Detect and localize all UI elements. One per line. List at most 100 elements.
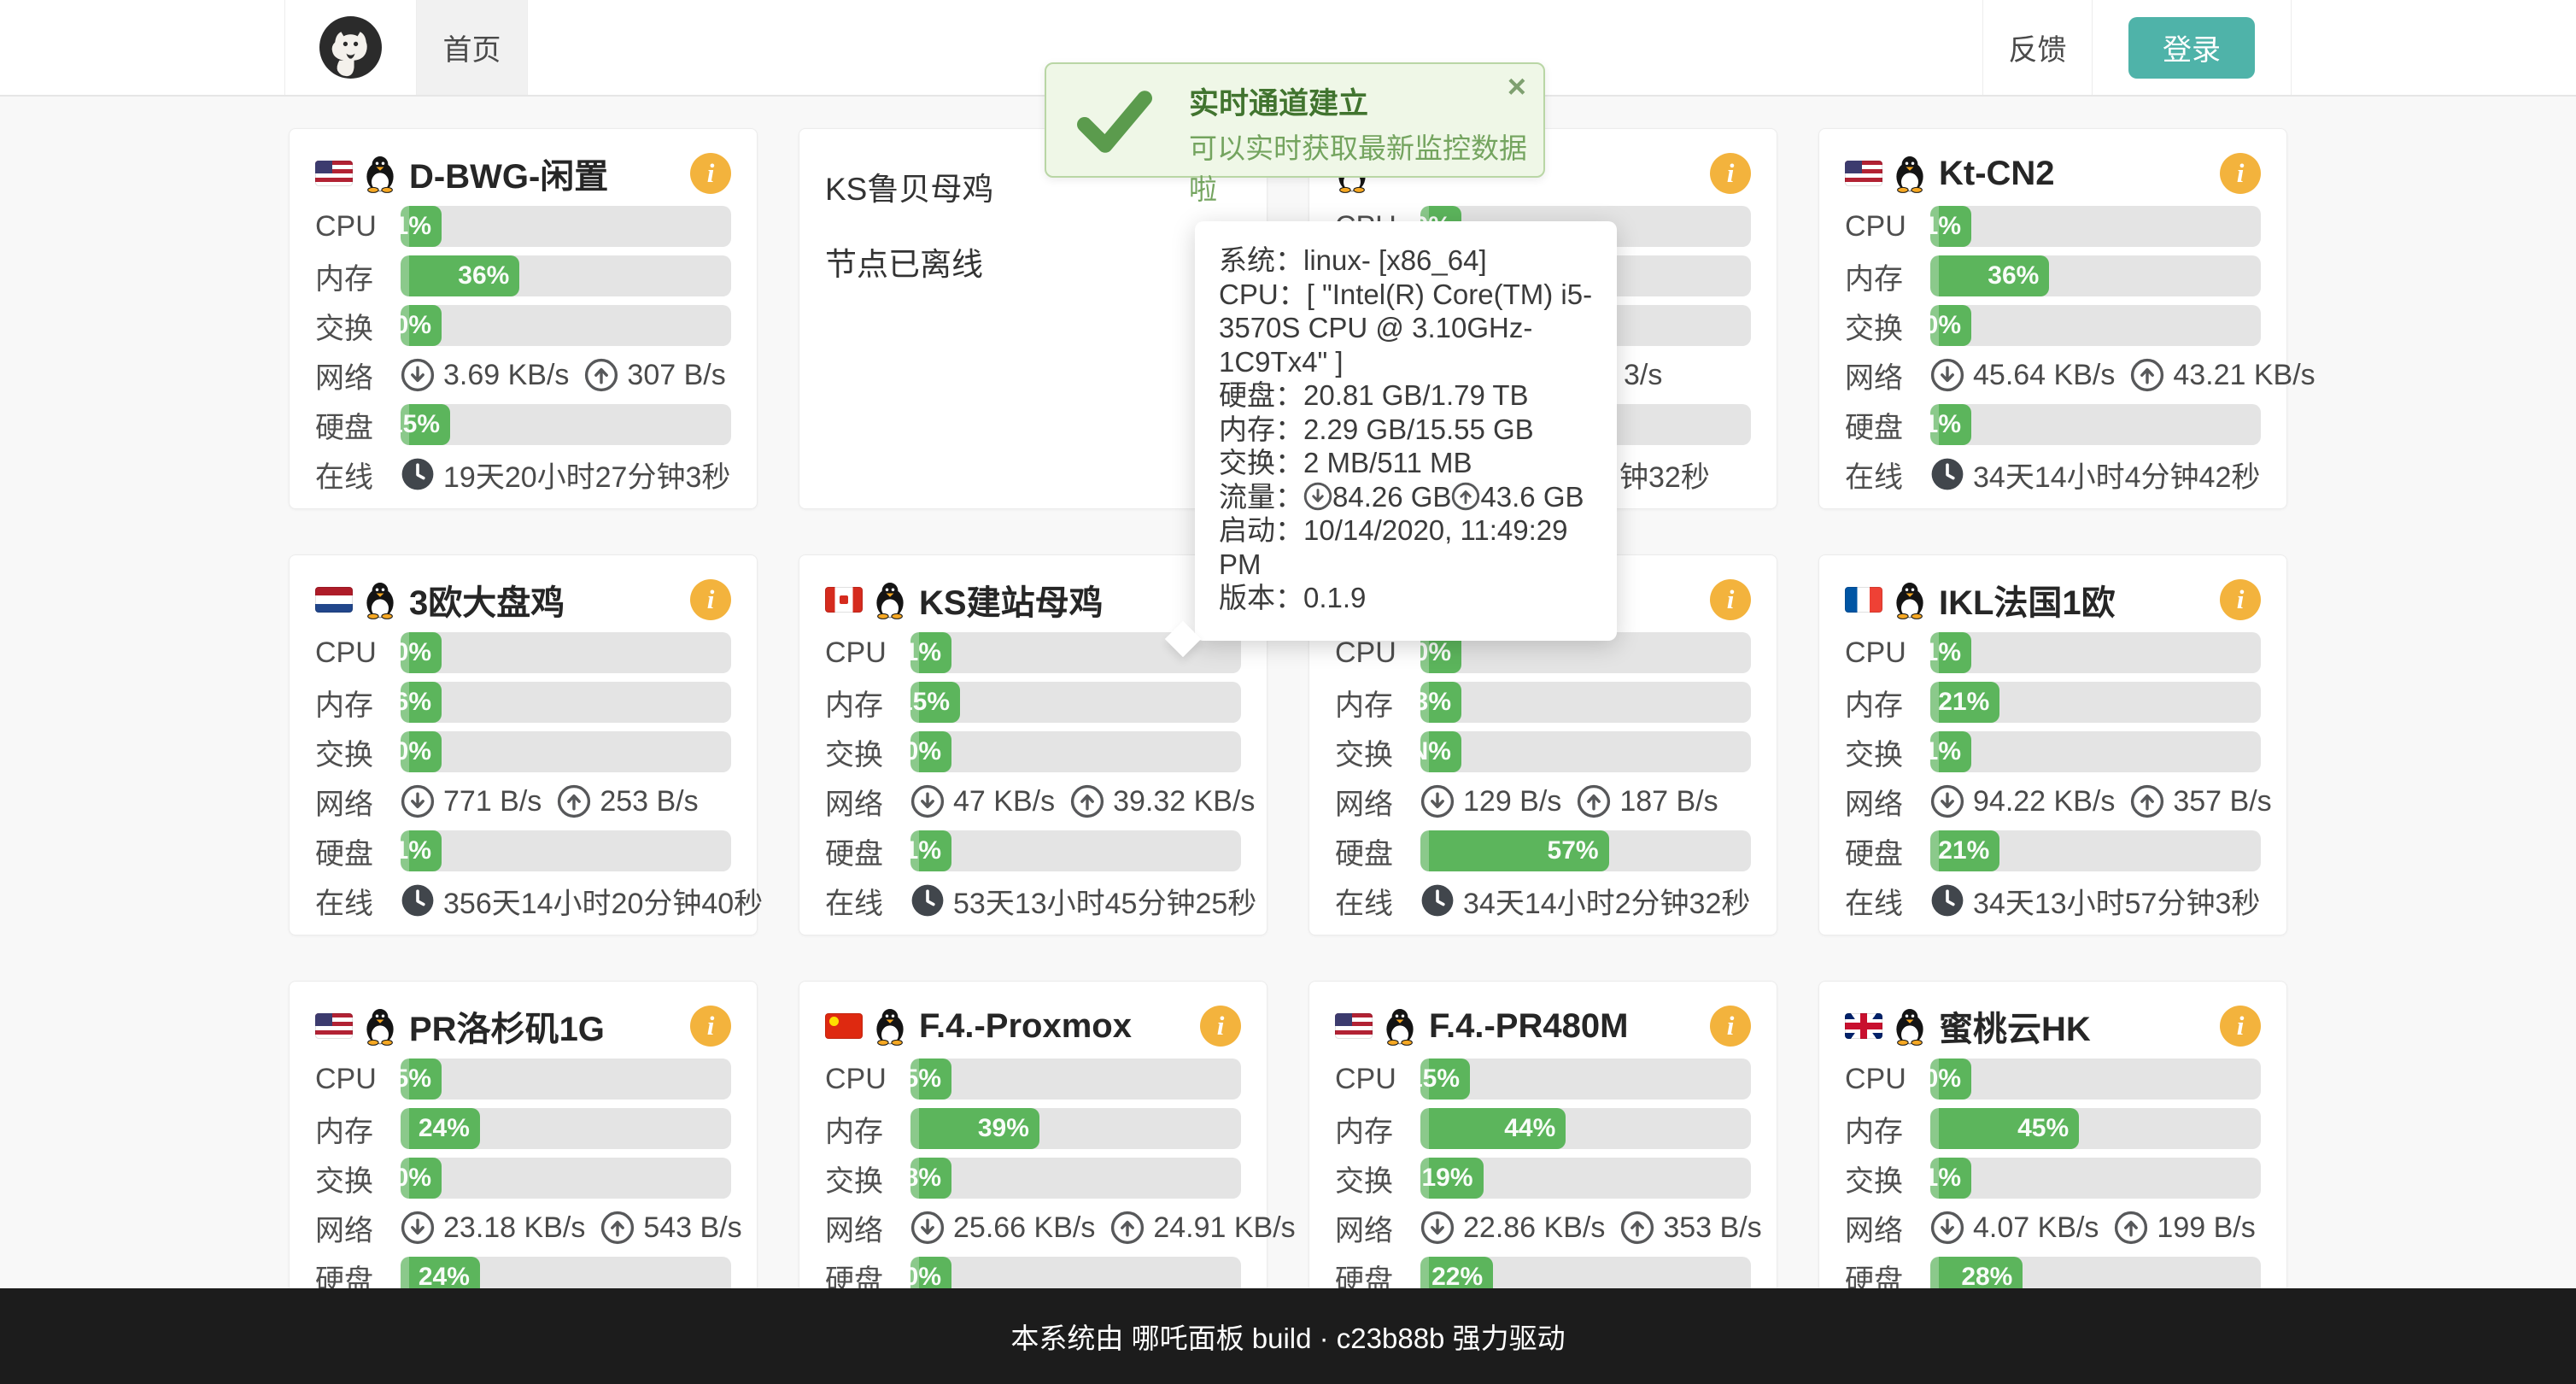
card-header: Kt-CN2 i [1845, 151, 2261, 196]
net-up-value: 543 B/s [643, 1211, 741, 1245]
info-icon[interactable]: i [690, 1006, 731, 1047]
toast-close-icon[interactable]: × [1508, 71, 1526, 103]
network-row: 网络45.64 KB/s43.21 KB/s [1845, 355, 2261, 396]
network-row: 网络47 KB/s39.32 KB/s [825, 781, 1241, 822]
swap-bar-percent: 1% [1930, 737, 1971, 766]
upload-arrow-icon [1110, 1211, 1145, 1245]
stat-label: 内存 [315, 682, 401, 724]
network-values: 94.22 KB/s357 B/s [1930, 784, 2272, 818]
swap-bar-track: 1% [1930, 731, 2261, 772]
info-icon[interactable]: i [1710, 153, 1751, 194]
mem-bar-percent: 39% [978, 1114, 1039, 1143]
success-toast: 实时通道建立 可以实时获取最新监控数据啦 × [1045, 62, 1545, 178]
info-icon[interactable]: i [2220, 579, 2261, 620]
stat-label: 内存 [1845, 1108, 1930, 1150]
swap-bar-fill: 8% [910, 1158, 951, 1199]
disk-bar-percent: 22% [1431, 1263, 1493, 1292]
clock-icon [1930, 457, 1964, 491]
footer-text: 本系统由 哪吒面板 build · c23b88b 强力驱动 [1010, 1316, 1565, 1357]
stat-label: 在线 [1845, 454, 1930, 496]
stat-label: 交换 [1845, 1158, 1930, 1199]
net-up-value: 199 B/s [2157, 1211, 2255, 1245]
info-icon[interactable]: i [1710, 1006, 1751, 1047]
swap-bar-percent: 0% [401, 737, 442, 766]
stat-label: 交换 [1845, 731, 1930, 773]
swap-bar-track: NaN% [1420, 731, 1751, 772]
server-name: F.4.-PR480M [1429, 1007, 1628, 1046]
cpu-bar-fill: 1% [910, 632, 951, 673]
card-header: F.4.-Proxmoxi [825, 1004, 1241, 1048]
tooltip-value: 2 MB/511 MB [1303, 447, 1472, 478]
stat-label: 内存 [315, 1108, 401, 1150]
tooltip-label: 系统： [1219, 244, 1303, 276]
network-row: 网络94.22 KB/s357 B/s [1845, 781, 2261, 822]
server-card: Kt-CN2iCPU1%内存36%交换0%网络45.64 KB/s43.21 K… [1818, 128, 2287, 509]
online-row: 在线356天14小时20分钟40秒 [315, 880, 731, 921]
stat-label: CPU [1845, 210, 1930, 243]
cpu-bar-percent: 0% [1420, 638, 1461, 667]
net-up-value: 43.21 KB/s [2173, 359, 2315, 392]
swap-bar-fill: 1% [1930, 1158, 1971, 1199]
disk-bar-fill: 15% [401, 404, 450, 445]
network-values: 771 B/s253 B/s [401, 784, 699, 818]
mem-bar-track: 36% [1930, 255, 2261, 296]
site-logo[interactable] [285, 0, 417, 95]
uptime-fragment: 钟32秒 [1619, 454, 1710, 496]
upload-arrow-icon [1070, 784, 1104, 818]
swap-row: 交换0% [315, 1158, 731, 1199]
net-down-value: 25.66 KB/s [953, 1211, 1095, 1245]
clock-icon [401, 883, 435, 918]
uptime-text: 34天14小时4分钟42秒 [1973, 454, 2260, 496]
swap-bar-fill: 0% [401, 731, 442, 772]
disk-bar-fill: 1% [401, 830, 442, 871]
stat-label: 网络 [825, 781, 910, 823]
net-up-value: 357 B/s [2173, 785, 2271, 818]
mem-row: 内存39% [825, 1108, 1241, 1149]
info-icon[interactable]: i [1710, 579, 1751, 620]
stat-label: 内存 [825, 682, 910, 724]
nav-tab-home[interactable]: 首页 [417, 0, 528, 95]
upload-arrow-icon [2130, 358, 2164, 392]
stat-label: 网络 [1845, 1207, 1930, 1249]
info-icon[interactable]: i [690, 579, 731, 620]
tooltip-label: 内存： [1219, 413, 1303, 445]
stat-label: CPU [315, 1063, 401, 1096]
cpu-bar-fill: 0% [401, 632, 442, 673]
cpu-bar-track: 5% [910, 1059, 1241, 1100]
server-name: Kt-CN2 [1939, 155, 2055, 193]
disk-bar-percent: 15% [401, 410, 450, 439]
stat-label: 硬盘 [825, 830, 910, 872]
uptime-value: 34天13小时57分钟3秒 [1930, 880, 2260, 922]
tooltip-row: 系统：linux- [x86_64] [1219, 243, 1593, 278]
info-icon[interactable]: i [2220, 153, 2261, 194]
uptime-text: 19天20小时27分钟3秒 [443, 454, 730, 496]
info-icon[interactable]: i [690, 153, 731, 194]
download-arrow-icon [1303, 482, 1332, 511]
cpu-bar-track: 15% [1420, 1059, 1751, 1100]
stat-label: 交换 [1845, 305, 1930, 347]
mem-bar-percent: 45% [2017, 1114, 2079, 1143]
cpu-row: CPU1% [315, 206, 731, 247]
login-button[interactable]: 登录 [2128, 17, 2255, 79]
info-icon[interactable]: i [2220, 1006, 2261, 1047]
tooltip-label: CPU： [1219, 279, 1307, 310]
disk-bar-track: 1% [910, 830, 1241, 871]
check-icon [1077, 81, 1152, 162]
tooltip-row: 硬盘：20.81 GB/1.79 TB [1219, 378, 1593, 413]
linux-tux-icon [873, 1006, 907, 1046]
nav-link-feedback[interactable]: 反馈 [1982, 0, 2092, 95]
download-arrow-icon [1420, 784, 1455, 818]
mem-bar-percent: 36% [458, 261, 519, 290]
online-row: 在线34天13小时57分钟3秒 [1845, 880, 2261, 921]
stat-label: 在线 [315, 454, 401, 496]
info-icon[interactable]: i [1200, 1006, 1241, 1047]
upload-arrow-icon [557, 784, 591, 818]
swap-bar-track: 0% [401, 305, 731, 346]
stat-label: 网络 [1335, 1207, 1420, 1249]
card-header: IKL法国1欧i [1845, 578, 2261, 622]
net-up-value: 39.32 KB/s [1113, 785, 1255, 818]
swap-row: 交换0% [315, 305, 731, 346]
tooltip-label: 硬盘： [1219, 379, 1303, 411]
mem-bar-track: 6% [401, 682, 731, 723]
network-values: 22.86 KB/s353 B/s [1420, 1211, 1762, 1245]
